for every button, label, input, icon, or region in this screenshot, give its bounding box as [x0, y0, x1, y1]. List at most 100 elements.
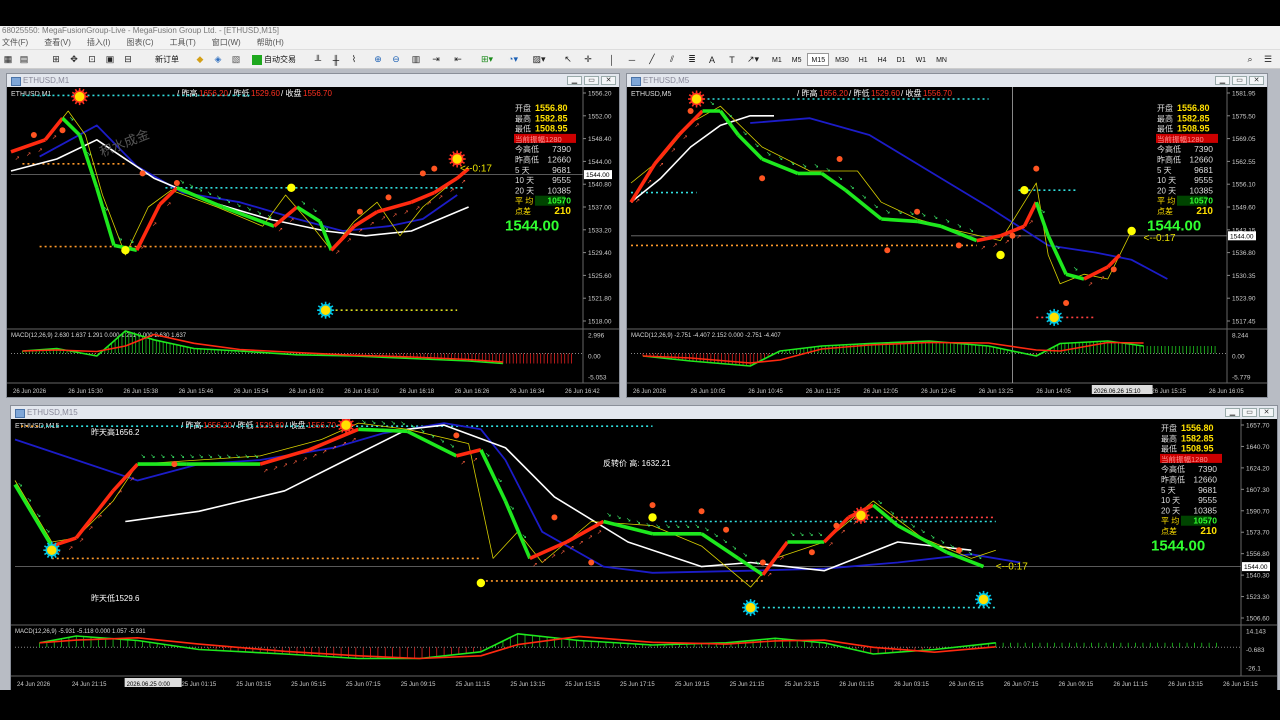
timeframe-h4-button[interactable]: H4 [874, 53, 891, 66]
info-value: 1582.85 [1177, 113, 1210, 123]
signals-icon[interactable]: ▧ [230, 53, 242, 66]
new-chart-icon[interactable]: ▦ [2, 53, 14, 66]
profiles-icon[interactable]: ▤ [18, 53, 30, 66]
signal-dot [385, 194, 392, 201]
maximize-button[interactable]: ▭ [1232, 76, 1247, 85]
channel-icon[interactable]: ⫽ [666, 53, 678, 66]
maximize-button[interactable]: ▭ [1242, 408, 1257, 417]
community-icon[interactable]: ☰ [1262, 53, 1274, 66]
tile-icon[interactable]: ▥ [410, 53, 422, 66]
fibo-icon[interactable]: ≣ [686, 53, 698, 66]
info-value: 12660 [547, 155, 571, 165]
menu-view[interactable]: 查看(V) [44, 37, 71, 48]
auto-trade-button[interactable]: 自动交易 [248, 53, 300, 66]
chart-area[interactable]: ETHUSD,M1/ 昨高 1656.20/ 昨低 1529.60/ 收盘 1556.… [7, 87, 619, 397]
menu-insert[interactable]: 插入(I) [87, 37, 111, 48]
window-controls: ▁ ▭ ✕ [567, 76, 616, 85]
close-button[interactable]: ✕ [1259, 408, 1274, 417]
line-chart-icon[interactable]: ⌇ [348, 53, 360, 66]
data-window-icon[interactable]: ⊟ [122, 53, 134, 66]
label-icon[interactable]: T [726, 53, 738, 66]
sell-arrow-marker: ↘ [861, 195, 866, 201]
sell-arrow-marker: ↘ [36, 513, 41, 519]
x-tick-label: 26 Jun 16:18 [399, 389, 434, 395]
new-order-button[interactable]: 新订单 [146, 53, 188, 66]
menu-chart[interactable]: 图表(C) [126, 37, 153, 48]
chart-area[interactable]: ETHUSD,M15/ 昨高1656.20/ 昨低1529.60/ 收盘1556… [11, 419, 1277, 690]
menu-help[interactable]: 帮助(H) [257, 37, 284, 48]
minimize-button[interactable]: ▁ [1215, 76, 1230, 85]
sell-arrow-marker: ↘ [826, 168, 831, 174]
menu-file[interactable]: 文件(F) [2, 37, 28, 48]
timeframe-m5-button[interactable]: M5 [788, 53, 806, 66]
navigator-icon[interactable]: ✥ [68, 53, 80, 66]
y-tick-label: 1537.00 [588, 205, 612, 212]
expert-icon[interactable]: ◈ [212, 53, 224, 66]
minimize-button[interactable]: ▁ [567, 76, 582, 85]
chart-window-m15[interactable]: ETHUSD,M15 ▁▭✕ ETHUSD,M15/ 昨高1656.20/ 昨低… [10, 405, 1278, 691]
sell-arrow-marker: ↘ [217, 454, 222, 460]
sell-arrow-marker: ↘ [324, 226, 329, 232]
info-label: 点差 [1157, 206, 1173, 216]
yday-high-text: 昨天高1656.2 [91, 427, 140, 437]
price-tag: 1544.00 [1230, 233, 1254, 240]
macd-tick-label: 0.00 [588, 354, 601, 361]
tester-icon[interactable]: ▣ [104, 53, 116, 66]
crosshair-icon[interactable]: ✛ [582, 53, 594, 66]
menu-window[interactable]: 窗口(W) [212, 37, 241, 48]
terminal-icon[interactable]: ⊡ [86, 53, 98, 66]
signal-dot [171, 461, 178, 468]
chart-area[interactable]: ETHUSD,M5/ 昨高 1656.20/ 昨低 1529.60/ 收盘 1556.… [627, 87, 1267, 397]
buy-arrow-marker: ↗ [106, 503, 111, 509]
menu-tools[interactable]: 工具(T) [170, 37, 196, 48]
info-label: 最高 [515, 113, 531, 123]
big-price-label: 1544.00 [1151, 537, 1205, 554]
timeframe-m15-button[interactable]: M15 [807, 53, 830, 66]
signal-dot [30, 132, 37, 138]
sell-arrow-marker: ↘ [727, 113, 732, 119]
minimize-button[interactable]: ▁ [1225, 408, 1240, 417]
buy-arrow-marker: ↗ [129, 477, 134, 483]
chart-window-m1[interactable]: ETHUSD,M1 ▁ ▭ ✕ ETHUSD,M1/ 昨高 1656.20/ 昨低 15… [6, 73, 620, 398]
buy-arrow-marker: ↗ [392, 213, 397, 219]
timeframe-w1-button[interactable]: W1 [912, 53, 931, 66]
cursor-icon[interactable]: ↖ [562, 53, 574, 66]
y-tick-label: 1533.20 [588, 227, 612, 234]
vertical-line-icon[interactable]: │ [606, 53, 618, 66]
header-yday-low: 1529.60 [871, 89, 900, 98]
zoom-in-icon[interactable]: ⊕ [372, 53, 384, 66]
timeframe-d1-button[interactable]: D1 [893, 53, 910, 66]
x-tick-label: 24 Jun 21:15 [72, 682, 107, 688]
timeframe-mn-button[interactable]: MN [932, 53, 951, 66]
close-button[interactable]: ✕ [601, 76, 616, 85]
macd-label: MACD(12,26,9) -5.931 -5.118 0.000 1.057 … [15, 629, 146, 635]
metaeditor-icon[interactable]: ◆ [194, 53, 206, 66]
candle-icon[interactable]: ╫ [330, 53, 342, 66]
sell-arrow-marker: ↘ [391, 421, 396, 427]
zoom-out-icon[interactable]: ⊖ [390, 53, 402, 66]
autoscroll-icon[interactable]: ⇥ [430, 53, 442, 66]
trendline-icon[interactable]: ╱ [646, 53, 658, 66]
chart-shift-icon[interactable]: ⇤ [452, 53, 464, 66]
info-label: 5 天 [1161, 486, 1176, 495]
close-button[interactable]: ✕ [1249, 76, 1264, 85]
timeframe-m30-button[interactable]: M30 [831, 53, 853, 66]
info-label: 今高低 [515, 144, 539, 154]
indicators-icon[interactable]: ⊞▾ [478, 53, 496, 66]
arrows-icon[interactable]: ↗▾ [744, 53, 762, 66]
chart-window-m5[interactable]: ETHUSD,M5 ▁ ▭ ✕ ETHUSD,M5/ 昨高 1656.20/ 昨低 15… [626, 73, 1268, 398]
search-icon[interactable]: ⌕ [1244, 53, 1256, 66]
timeframe-m1-button[interactable]: M1 [768, 53, 786, 66]
timeframe-h1-button[interactable]: H1 [855, 53, 872, 66]
y-tick-label: 1575.50 [1232, 113, 1256, 120]
templates-icon[interactable]: ▨▾ [530, 53, 548, 66]
market-watch-icon[interactable]: ⊞ [50, 53, 62, 66]
buy-arrow-marker: ↗ [449, 188, 454, 194]
sell-arrow-marker: ↘ [873, 204, 878, 210]
yellow-signal-dot [476, 578, 486, 588]
horizontal-line-icon[interactable]: ─ [626, 53, 638, 66]
bar-chart-icon[interactable]: ╨ [312, 53, 324, 66]
periods-icon[interactable]: ◔▾ [504, 53, 522, 66]
text-icon[interactable]: A [706, 53, 718, 66]
maximize-button[interactable]: ▭ [584, 76, 599, 85]
